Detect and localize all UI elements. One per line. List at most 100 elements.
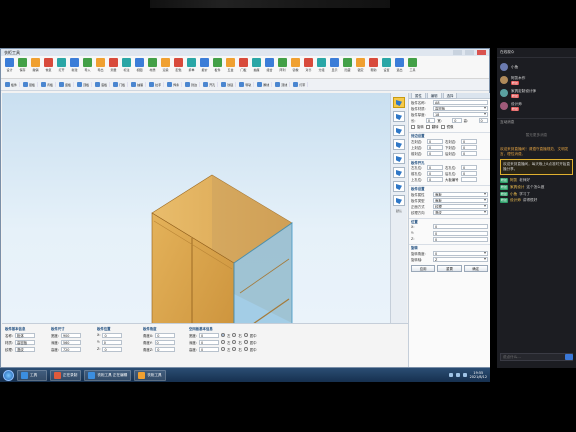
bottom-field-input[interactable]: 720 bbox=[60, 346, 81, 352]
start-button[interactable] bbox=[3, 369, 14, 381]
ribbon-button[interactable]: 报价 bbox=[198, 58, 211, 72]
props-tab[interactable]: 编辑 bbox=[426, 93, 442, 99]
bottom-field-input[interactable]: 0 bbox=[154, 339, 175, 345]
ribbon-button[interactable]: 分组 bbox=[315, 58, 328, 72]
prop-value-field[interactable]: 18 bbox=[433, 111, 488, 117]
bottom-field-input[interactable]: 0 bbox=[102, 346, 123, 352]
taskbar-item[interactable]: 工具 bbox=[17, 369, 47, 381]
network-icon[interactable] bbox=[448, 373, 453, 377]
ribbon-button[interactable]: 设置 bbox=[380, 58, 393, 72]
option-checkbox[interactable] bbox=[425, 124, 430, 129]
taskbar-item[interactable]: 衣柜工具 bbox=[134, 369, 166, 381]
minimize-button[interactable] bbox=[453, 50, 462, 55]
ribbon2-button[interactable]: 顶线 bbox=[273, 82, 291, 87]
size-field[interactable]: 0 bbox=[452, 118, 462, 124]
alignment-radio[interactable] bbox=[232, 333, 237, 337]
ribbon-button[interactable]: 镜像 bbox=[289, 58, 302, 72]
field-input[interactable]: 0 bbox=[461, 150, 477, 156]
size-field[interactable]: 0 bbox=[425, 118, 436, 124]
ribbon-button[interactable]: 保存 bbox=[16, 58, 29, 72]
alignment-radio[interactable] bbox=[220, 340, 225, 344]
props-action-button[interactable]: 应用 bbox=[411, 264, 436, 272]
ribbon-button[interactable]: 帮助 bbox=[367, 58, 380, 72]
ribbon-button[interactable]: 配色 bbox=[172, 58, 185, 72]
shape-tool-button[interactable] bbox=[393, 167, 405, 178]
prop-value-field[interactable]: 0 bbox=[433, 250, 488, 256]
alignment-radio[interactable] bbox=[243, 347, 248, 351]
ribbon2-button[interactable]: 竖板 bbox=[57, 82, 75, 87]
field-input[interactable]: 0 bbox=[461, 171, 477, 177]
option-checkbox[interactable] bbox=[440, 124, 445, 129]
ribbon-button[interactable]: 五金 bbox=[224, 58, 237, 72]
ribbon2-button[interactable]: 脚线 bbox=[255, 82, 273, 87]
cabinet-model[interactable] bbox=[2, 93, 390, 389]
prop-value-field[interactable]: 0 bbox=[433, 236, 488, 242]
shape-tool-button[interactable] bbox=[393, 111, 405, 122]
ribbon2-button[interactable]: 铰链 bbox=[219, 82, 237, 87]
shape-tool-button[interactable] bbox=[393, 125, 405, 136]
bottom-field-input[interactable]: 竖纹 bbox=[14, 346, 35, 352]
ribbon2-button[interactable]: 背板 bbox=[39, 82, 57, 87]
ribbon2-button[interactable]: 门板 bbox=[111, 82, 129, 87]
ribbon-button[interactable]: 组合 bbox=[263, 58, 276, 72]
viewer-item[interactable]: 阿凯木作 粉丝 bbox=[500, 74, 573, 86]
option-checkbox[interactable] bbox=[411, 124, 415, 129]
ribbon2-button[interactable]: 饰条 bbox=[165, 82, 183, 87]
ribbon-button[interactable]: 渲染 bbox=[159, 58, 172, 72]
ribbon-button[interactable]: 新建 bbox=[68, 58, 81, 72]
shape-tool-button[interactable] bbox=[393, 195, 405, 206]
field-input[interactable]: 0 bbox=[427, 138, 443, 144]
ribbon2-button[interactable]: 板件 bbox=[3, 82, 21, 87]
prop-value-field[interactable]: 0 bbox=[433, 230, 488, 236]
ribbon2-button[interactable]: 拉手 bbox=[147, 82, 165, 87]
alignment-radio[interactable] bbox=[220, 333, 225, 337]
alignment-radio[interactable] bbox=[220, 347, 225, 351]
props-action-button[interactable]: 确定 bbox=[463, 264, 488, 272]
field-input[interactable]: 0 bbox=[461, 165, 477, 171]
shape-tool-button[interactable] bbox=[393, 97, 405, 108]
shape-tool-button[interactable] bbox=[393, 139, 405, 150]
bottom-field-input[interactable]: 0 bbox=[102, 332, 123, 338]
close-button[interactable] bbox=[477, 50, 486, 55]
ribbon-button[interactable]: 恢复 bbox=[42, 58, 55, 72]
ribbon-button[interactable]: 撤销 bbox=[29, 58, 42, 72]
ribbon2-button[interactable]: 导轨 bbox=[237, 82, 255, 87]
ribbon-button[interactable]: 板件 bbox=[211, 58, 224, 72]
field-input[interactable]: 0 bbox=[427, 150, 443, 156]
prop-value-field[interactable]: 面板 bbox=[433, 197, 488, 203]
send-button[interactable] bbox=[565, 354, 573, 360]
alignment-radio[interactable] bbox=[243, 333, 248, 337]
ribbon-button[interactable]: 测量 bbox=[107, 58, 120, 72]
props-tab[interactable]: 选择 bbox=[442, 93, 458, 99]
field-input[interactable]: 0 bbox=[427, 165, 443, 171]
maximize-button[interactable] bbox=[465, 50, 474, 55]
input-method-icon[interactable] bbox=[462, 373, 467, 377]
ribbon-button[interactable]: 标注 bbox=[120, 58, 133, 72]
ribbon2-button[interactable]: 灯带 bbox=[291, 82, 309, 87]
viewer-item[interactable]: 小鱼 bbox=[500, 61, 573, 73]
ribbon-button[interactable]: 打开 bbox=[55, 58, 68, 72]
taskbar-item[interactable]: 衣柜工具 正在编辑 bbox=[84, 369, 132, 381]
ribbon-button[interactable]: 显示 bbox=[328, 58, 341, 72]
alignment-radio[interactable] bbox=[232, 347, 237, 351]
props-tab[interactable]: 属性 bbox=[411, 93, 426, 99]
ribbon-button[interactable]: 工具 bbox=[406, 58, 419, 72]
bottom-field-input[interactable]: 0 bbox=[198, 332, 219, 338]
bottom-field-input[interactable]: 0 bbox=[198, 346, 219, 352]
ribbon-button[interactable]: 拆单 bbox=[185, 58, 198, 72]
field-input[interactable]: 0 bbox=[427, 177, 443, 183]
field-input[interactable]: 0 bbox=[427, 144, 443, 150]
ribbon-button[interactable]: 阵列 bbox=[276, 58, 289, 72]
ribbon2-button[interactable]: 开孔 bbox=[201, 82, 219, 87]
ribbon2-button[interactable]: 顶板 bbox=[75, 82, 93, 87]
3d-viewport[interactable] bbox=[2, 93, 390, 389]
bottom-field-input[interactable]: 560 bbox=[60, 339, 81, 345]
chat-input[interactable]: 说点什么... bbox=[500, 353, 573, 361]
prop-value-field[interactable]: 面板 bbox=[433, 191, 488, 197]
ribbon2-button[interactable]: 抽屉 bbox=[129, 82, 147, 87]
ribbon2-button[interactable]: 底板 bbox=[93, 82, 111, 87]
shape-tool-button[interactable] bbox=[393, 181, 405, 192]
alignment-radio[interactable] bbox=[243, 340, 248, 344]
size-field[interactable]: 0 bbox=[478, 118, 488, 124]
viewer-item[interactable]: 设计师 粉丝 bbox=[500, 100, 573, 112]
